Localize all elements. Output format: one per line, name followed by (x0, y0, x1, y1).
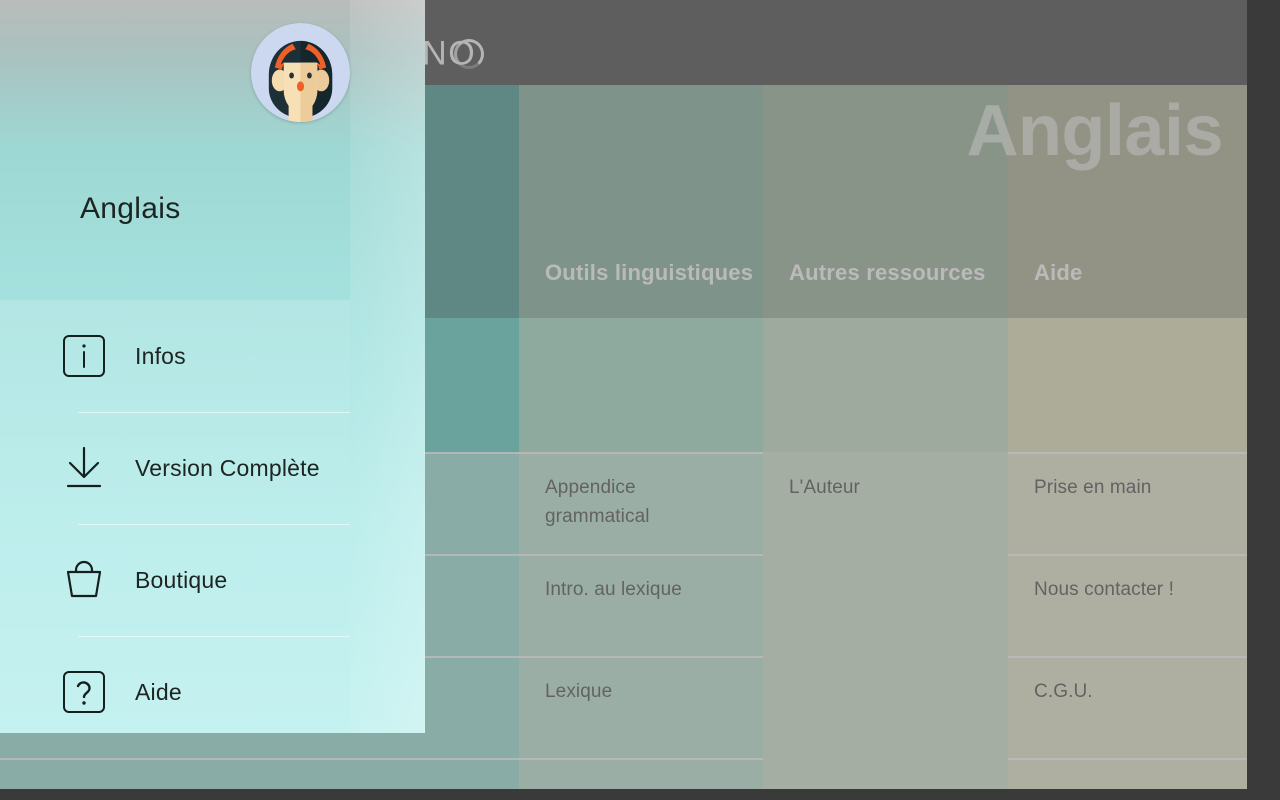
navigation-drawer: Anglais Infos Version Complète Boutique … (0, 0, 425, 733)
drawer-menu: Infos Version Complète Boutique Aide (0, 300, 350, 733)
frame-right-edge (1247, 0, 1280, 800)
shopping-bag-icon (58, 554, 110, 606)
drawer-item-infos[interactable]: Infos (0, 300, 350, 412)
avatar[interactable] (251, 23, 350, 122)
drawer-title: Anglais (80, 192, 181, 225)
download-arrow-icon (58, 442, 110, 494)
user-avatar-icon (251, 23, 350, 122)
drawer-item-version-complete[interactable]: Version Complète (0, 412, 350, 524)
drawer-item-label: Infos (135, 342, 186, 369)
drawer-sheen (350, 0, 425, 733)
info-box-icon (58, 330, 110, 382)
screen: ANO (0, 0, 1280, 800)
drawer-item-label: Boutique (135, 566, 228, 593)
drawer-item-label: Version Complète (135, 454, 320, 481)
frame-bottom-edge (0, 789, 1280, 800)
drawer-item-boutique[interactable]: Boutique (0, 524, 350, 636)
drawer-item-aide[interactable]: Aide (0, 636, 350, 733)
drawer-item-label: Aide (135, 678, 182, 705)
question-box-icon (58, 666, 110, 718)
